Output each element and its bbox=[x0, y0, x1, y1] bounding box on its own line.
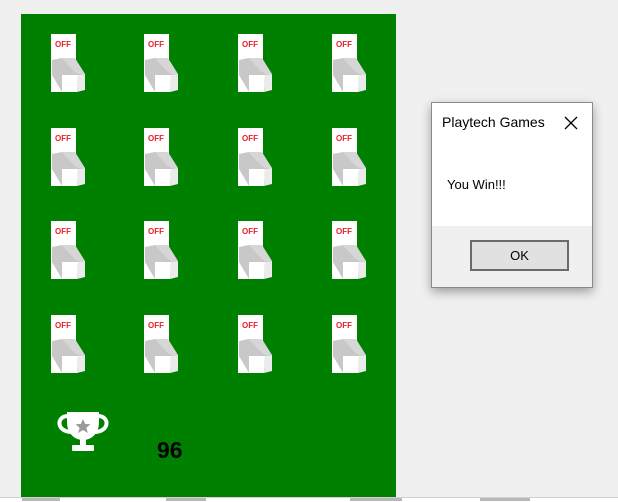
dialog-message: You Win!!! bbox=[447, 177, 506, 192]
toggle-switch-r4c4[interactable]: OFF bbox=[332, 315, 372, 375]
switch-state-label: OFF bbox=[148, 321, 164, 330]
toggle-switch-r4c2[interactable]: OFF bbox=[144, 315, 184, 375]
toggle-switch-r1c3[interactable]: OFF bbox=[238, 34, 278, 94]
switch-state-label: OFF bbox=[242, 227, 258, 236]
switch-state-label: OFF bbox=[336, 134, 352, 143]
switch-state-label: OFF bbox=[55, 40, 71, 49]
toggle-switch-r2c4[interactable]: OFF bbox=[332, 128, 372, 188]
switch-state-label: OFF bbox=[336, 321, 352, 330]
switch-state-label: OFF bbox=[55, 227, 71, 236]
toggle-switch-r4c3[interactable]: OFF bbox=[238, 315, 278, 375]
dialog-footer: OK bbox=[432, 226, 592, 287]
close-icon[interactable] bbox=[556, 109, 586, 137]
toggle-switch-r2c3[interactable]: OFF bbox=[238, 128, 278, 188]
switch-state-label: OFF bbox=[148, 40, 164, 49]
switch-state-label: OFF bbox=[242, 40, 258, 49]
toggle-switch-r2c1[interactable]: OFF bbox=[51, 128, 91, 188]
switch-state-label: OFF bbox=[148, 134, 164, 143]
toggle-switch-r1c2[interactable]: OFF bbox=[144, 34, 184, 94]
trophy-star-icon bbox=[54, 408, 112, 454]
game-board: 96 OFF OFF OFF OFF OFF OFF OFF OFF OFF OFF OFF OFF O… bbox=[21, 14, 396, 502]
switch-state-label: OFF bbox=[336, 40, 352, 49]
ok-button[interactable]: OK bbox=[470, 240, 569, 271]
message-dialog: Playtech Games You Win!!! OK bbox=[431, 102, 593, 288]
toggle-switch-r4c1[interactable]: OFF bbox=[51, 315, 91, 375]
switch-state-label: OFF bbox=[242, 321, 258, 330]
dialog-title: Playtech Games bbox=[442, 114, 545, 130]
toggle-switch-r1c1[interactable]: OFF bbox=[51, 34, 91, 94]
app-window: 96 OFF OFF OFF OFF OFF OFF OFF OFF OFF OFF OFF OFF O… bbox=[0, 0, 618, 502]
toggle-switch-r2c2[interactable]: OFF bbox=[144, 128, 184, 188]
switch-state-label: OFF bbox=[55, 321, 71, 330]
bottom-strip bbox=[0, 497, 618, 502]
switch-state-label: OFF bbox=[55, 134, 71, 143]
dialog-titlebar[interactable]: Playtech Games bbox=[432, 103, 592, 141]
toggle-switch-r3c1[interactable]: OFF bbox=[51, 221, 91, 281]
switch-state-label: OFF bbox=[336, 227, 352, 236]
switch-state-label: OFF bbox=[242, 134, 258, 143]
toggle-switch-r3c3[interactable]: OFF bbox=[238, 221, 278, 281]
score-value: 96 bbox=[157, 437, 183, 463]
toggle-switch-r1c4[interactable]: OFF bbox=[332, 34, 372, 94]
switch-state-label: OFF bbox=[148, 227, 164, 236]
toggle-switch-r3c4[interactable]: OFF bbox=[332, 221, 372, 281]
toggle-switch-r3c2[interactable]: OFF bbox=[144, 221, 184, 281]
